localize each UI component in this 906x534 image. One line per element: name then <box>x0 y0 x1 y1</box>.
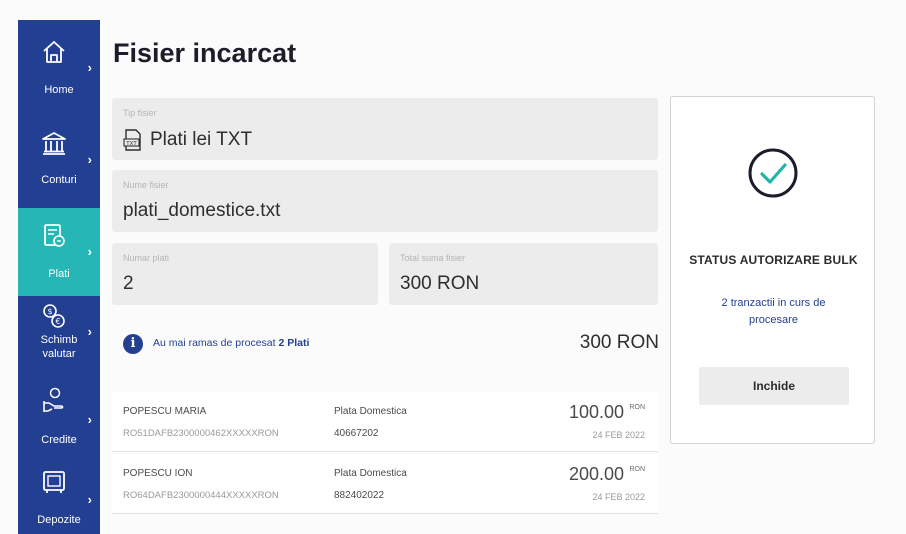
beneficiary-iban: RO64DAFB2300000444XXXXXRON <box>123 490 279 501</box>
sidebar-item-label: valutar <box>42 348 76 360</box>
remaining-count: 2 Plati <box>278 337 310 349</box>
sidebar-item-schimb-valutar[interactable]: $ € › Schimb valutar <box>18 296 100 382</box>
payment-type: Plata Domestica <box>334 468 407 479</box>
beneficiary-name: POPESCU MARIA <box>123 406 207 417</box>
file-type-field: Tip fisier TXT Plati lei TXT <box>112 98 658 160</box>
sidebar-item-depozite[interactable]: › Depozite <box>18 462 100 534</box>
sidebar-item-label: Schimb <box>40 334 78 346</box>
chevron-right-icon: › <box>87 412 92 427</box>
status-description: 2 tranzactii in curs de procesare <box>721 297 826 326</box>
total-amount-label: Total suma fisier <box>400 253 466 263</box>
chevron-right-icon: › <box>87 492 92 507</box>
total-amount-value: 300 RON <box>400 273 480 294</box>
close-button[interactable]: Inchide <box>699 367 849 405</box>
svg-text:€: € <box>55 317 60 326</box>
chevron-right-icon: › <box>87 244 92 259</box>
beneficiary-name: POPESCU ION <box>123 468 193 479</box>
sidebar-item-label: Plati <box>48 268 70 280</box>
payments-icon <box>44 224 65 247</box>
currency-exchange-icon: $ € <box>43 304 65 328</box>
remaining-info: i Au mai ramas de procesat 2 Plati 300 R… <box>123 330 659 358</box>
status-title: STATUS AUTORIZARE BULK <box>689 253 858 267</box>
payment-date: 24 FEB 2022 <box>592 492 645 502</box>
sidebar-item-plati[interactable]: › Plati <box>18 208 100 296</box>
payment-reference: 40667202 <box>334 428 379 439</box>
file-name-value: plati_domestice.txt <box>123 200 281 221</box>
total-amount-field: Total suma fisier 300 RON <box>389 243 658 305</box>
payment-currency: RON <box>629 466 645 473</box>
home-icon <box>43 41 65 63</box>
beneficiary-iban: RO51DAFB2300000462XXXXXRON <box>123 428 279 439</box>
file-type-label: Tip fisier <box>123 108 157 118</box>
file-type-value: Plati lei TXT <box>150 129 253 150</box>
sidebar-item-home[interactable]: › Home <box>18 20 100 110</box>
info-icon: i <box>123 334 143 354</box>
chevron-right-icon: › <box>87 60 92 75</box>
table-row[interactable]: POPESCU ION RO64DAFB2300000444XXXXXRON P… <box>112 454 658 514</box>
table-row[interactable]: POPESCU MARIA RO51DAFB2300000462XXXXXRON… <box>112 392 658 452</box>
payment-count-value: 2 <box>123 273 134 294</box>
sidebar-item-conturi[interactable]: › Conturi <box>18 110 100 208</box>
payment-count-label: Numar plati <box>123 253 170 263</box>
sidebar-item-credite[interactable]: › Credite <box>18 382 100 462</box>
sidebar-item-label: Credite <box>41 434 77 446</box>
credit-icon <box>43 387 64 412</box>
sidebar-item-label: Depozite <box>37 514 81 526</box>
svg-text:TXT: TXT <box>125 141 137 147</box>
page: › Home › Conturi › Plati $ € › Schimb va… <box>0 0 906 534</box>
remaining-total: 300 RON <box>579 332 659 353</box>
payment-type: Plata Domestica <box>334 406 407 417</box>
payment-amount: 100.00 <box>568 402 624 422</box>
remaining-text-prefix: Au mai ramas de procesat <box>153 337 276 349</box>
svg-text:$: $ <box>47 307 52 316</box>
txt-file-icon: TXT <box>123 129 141 151</box>
status-card: STATUS AUTORIZARE BULK 2 tranzactii in c… <box>670 96 875 444</box>
file-name-field: Nume fisier plati_domestice.txt <box>112 170 658 232</box>
sidebar-item-label: Conturi <box>41 174 77 186</box>
check-circle-icon <box>748 148 798 198</box>
payment-currency: RON <box>629 404 645 411</box>
payment-count-field: Numar plati 2 <box>112 243 378 305</box>
sidebar-item-label: Home <box>44 84 74 96</box>
sidebar: › Home › Conturi › Plati $ € › Schimb va… <box>18 20 100 534</box>
chevron-right-icon: › <box>87 152 92 167</box>
remaining-text: Au mai ramas de procesat 2 Plati <box>153 337 309 349</box>
page-title: Fisier incarcat <box>113 38 297 68</box>
payment-amount: 200.00 <box>568 464 624 484</box>
deposit-icon <box>43 471 65 493</box>
payment-date: 24 FEB 2022 <box>592 430 645 440</box>
payment-reference: 882402022 <box>334 490 385 501</box>
file-name-label: Nume fisier <box>123 180 169 190</box>
bank-icon <box>42 132 66 155</box>
